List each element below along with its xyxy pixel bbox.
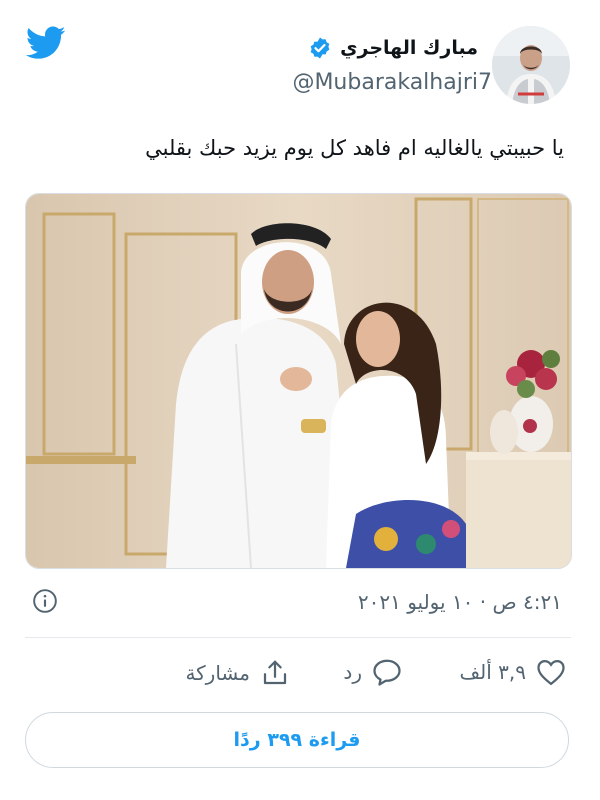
share-button[interactable]: مشاركة bbox=[185, 658, 290, 688]
comment-icon bbox=[373, 659, 401, 686]
photo-couple-icon bbox=[26, 194, 571, 568]
share-icon bbox=[263, 660, 287, 685]
share-label: مشاركة bbox=[185, 661, 250, 685]
like-count: ٣,٩ ألف bbox=[459, 660, 526, 684]
author-name-row[interactable]: مبارك الهاجري bbox=[308, 36, 478, 60]
author-handle[interactable]: @Mubarakalhajri7 bbox=[292, 70, 492, 95]
tweet-image[interactable] bbox=[25, 193, 572, 569]
reply-label: رد bbox=[343, 660, 362, 684]
reply-button[interactable]: رد bbox=[343, 658, 402, 686]
avatar[interactable] bbox=[492, 26, 570, 104]
verified-badge-icon bbox=[310, 37, 330, 59]
avatar-photo-icon bbox=[492, 26, 570, 104]
tweet-text: يا حبيبتي يالغاليه ام فاهد كل يوم يزيد ح… bbox=[145, 136, 564, 160]
divider bbox=[25, 637, 571, 638]
heart-icon bbox=[537, 659, 565, 686]
read-replies-button[interactable]: قراءة ٣٩٩ ردًا bbox=[25, 712, 569, 768]
display-name[interactable]: مبارك الهاجري bbox=[340, 37, 478, 59]
tweet-card: مبارك الهاجري @Mubarakalhajri7 يا حبيبتي… bbox=[0, 0, 600, 800]
twitter-logo-icon[interactable] bbox=[26, 26, 66, 60]
like-button[interactable]: ٣,٩ ألف bbox=[459, 658, 566, 686]
info-icon[interactable] bbox=[32, 588, 58, 614]
tweet-timestamp[interactable]: ٤:٢١ ص · ١٠ يوليو ٢٠٢١ bbox=[358, 590, 562, 614]
